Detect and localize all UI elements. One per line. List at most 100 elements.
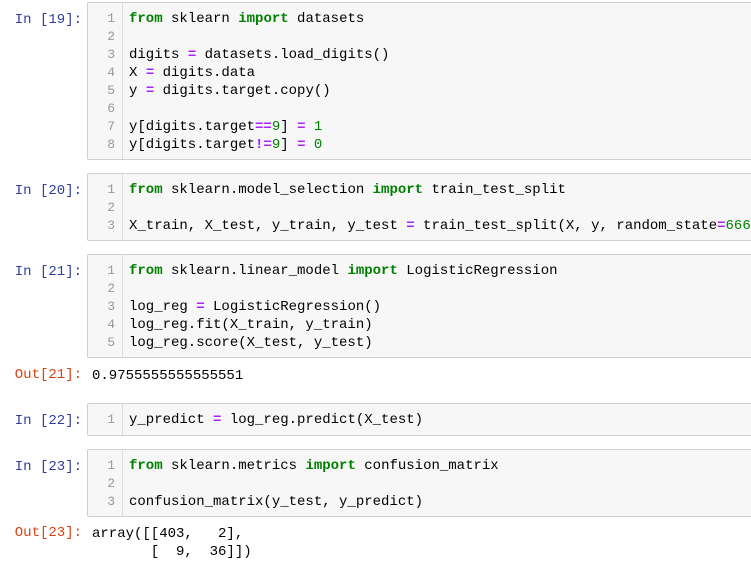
code-token: != <box>255 137 272 153</box>
code-editor[interactable]: 1 y_predict = log_reg.predict(X_test) <box>88 411 751 429</box>
code-text: X = digits.data <box>129 64 255 82</box>
code-token: X_train, X_test, y_train, y_test <box>129 218 407 234</box>
code-token: digits.data <box>154 65 256 81</box>
code-token: 0 <box>313 137 323 153</box>
code-token: y_predict <box>129 412 214 428</box>
code-line[interactable]: 1 from sklearn import datasets <box>88 10 751 28</box>
code-token: import <box>238 11 289 27</box>
code-token: import <box>305 458 356 474</box>
code-token: sklearn.linear_model <box>162 263 348 279</box>
code-token: 9 <box>271 137 281 153</box>
code-token: datasets <box>288 11 365 27</box>
code-line[interactable]: 5 log_reg.score(X_test, y_test) <box>88 334 751 352</box>
code-line[interactable]: 2 <box>88 28 751 46</box>
code-token: sklearn <box>162 11 239 27</box>
code-token: X <box>129 65 146 81</box>
code-line[interactable]: 2 <box>88 475 751 493</box>
line-number: 7 <box>107 119 115 134</box>
code-line[interactable]: 5y = digits.target.copy() <box>88 82 751 100</box>
code-line[interactable]: 8 y[digits.target!=9] = 0 <box>88 136 751 154</box>
code-token: == <box>255 119 272 135</box>
cell-output: array([[403, 2], [ 9, 36]]) <box>92 526 252 560</box>
code-text: y_predict = log_reg.predict(X_test) <box>129 411 423 429</box>
code-text: from sklearn.model_selection import trai… <box>129 181 566 199</box>
code-token: from <box>129 458 163 474</box>
code-cell[interactable]: 1 from sklearn.model_selection import tra… <box>87 173 751 241</box>
line-number: 5 <box>107 335 115 350</box>
code-line[interactable]: 1 from sklearn.linear_model import Logist… <box>88 262 751 280</box>
code-token: log_reg.fit(X_train, y_train) <box>129 317 373 333</box>
code-token: train_test_split(X, y, random_state <box>414 218 718 234</box>
line-number: 3 <box>107 494 115 509</box>
code-token: sklearn.model_selection <box>162 182 373 198</box>
code-token: import <box>347 263 398 279</box>
code-text: y = digits.target.copy() <box>129 82 331 100</box>
code-token: log_reg <box>129 299 197 315</box>
code-token: sklearn.metrics <box>162 458 306 474</box>
code-token: = <box>196 299 205 315</box>
code-line[interactable]: 4X = digits.data <box>88 64 751 82</box>
line-number: 1 <box>107 182 115 197</box>
code-token: log_reg.predict(X_test) <box>221 412 424 428</box>
code-text: log_reg.fit(X_train, y_train) <box>129 316 373 334</box>
code-line[interactable]: 1 from sklearn.model_selection import tra… <box>88 181 751 199</box>
code-token: train_test_split <box>423 182 566 198</box>
code-text: from sklearn import datasets <box>129 10 364 28</box>
code-token: digits <box>129 47 188 63</box>
input-prompt: In [19]: <box>14 12 82 28</box>
code-token: = <box>717 218 726 234</box>
code-token: = <box>145 83 155 99</box>
code-text: y[digits.target==9] = 1 <box>129 118 322 136</box>
code-token: import <box>372 182 424 198</box>
code-editor[interactable]: 1 from sklearn import datasets 2 3 digits = … <box>88 10 751 154</box>
input-prompt: In [23]: <box>14 459 82 475</box>
code-token: ] <box>280 119 298 135</box>
code-line[interactable]: 7 y[digits.target==9] = 1 <box>88 118 751 136</box>
code-token: 9 <box>271 119 281 135</box>
line-number: 2 <box>107 29 115 44</box>
code-cell[interactable]: 1 y_predict = log_reg.predict(X_test) <box>87 403 751 436</box>
code-line[interactable]: 3 X_train, X_test, y_train, y_test = trai… <box>88 217 751 235</box>
code-token: from <box>129 11 163 27</box>
code-cell[interactable]: 1 from sklearn.linear_model import Logist… <box>87 254 751 358</box>
line-number: 3 <box>107 218 115 233</box>
code-editor[interactable]: 1 from sklearn.metrics import confusion_m… <box>88 457 751 511</box>
input-prompt: In [20]: <box>14 183 82 199</box>
code-line[interactable]: 3 confusion_matrix(y_test, y_predict) <box>88 493 751 511</box>
code-line[interactable]: 3 digits = datasets.load_digits() <box>88 46 751 64</box>
code-line[interactable]: 1 y_predict = log_reg.predict(X_test) <box>88 411 751 429</box>
input-prompt: In [22]: <box>14 413 82 429</box>
code-line[interactable]: 4 log_reg.fit(X_train, y_train) <box>88 316 751 334</box>
code-line[interactable]: 3 log_reg = LogisticRegression() <box>88 298 751 316</box>
line-number: 6 <box>107 101 115 116</box>
code-token: y <box>129 83 146 99</box>
code-editor[interactable]: 1 from sklearn.linear_model import Logist… <box>88 262 751 352</box>
cell-output: 0.9755555555555551 <box>92 368 244 384</box>
code-editor[interactable]: 1 from sklearn.model_selection import tra… <box>88 181 751 235</box>
line-number: 1 <box>107 263 115 278</box>
code-text: from sklearn.metrics import confusion_ma… <box>129 457 499 475</box>
code-line[interactable]: 2 <box>88 280 751 298</box>
line-number: 4 <box>107 317 115 332</box>
code-token: log_reg.score(X_test, y_test) <box>129 335 373 351</box>
code-token: from <box>129 263 163 279</box>
code-token: 1 <box>313 119 323 135</box>
code-token: confusion_matrix <box>355 458 499 474</box>
code-token: ] <box>280 137 298 153</box>
code-line[interactable]: 6 <box>88 100 751 118</box>
code-token: y[digits.target <box>129 137 256 153</box>
line-number: 3 <box>107 299 115 314</box>
code-token: from <box>129 182 163 198</box>
code-token: = <box>406 218 415 234</box>
code-line[interactable]: 2 <box>88 199 751 217</box>
code-token: LogisticRegression <box>397 263 558 279</box>
code-text: y[digits.target!=9] = 0 <box>129 136 322 154</box>
output-prompt: Out[23]: <box>14 525 82 541</box>
code-token: digits.target.copy() <box>154 83 331 99</box>
code-cell[interactable]: 1 from sklearn import datasets 2 3 digits = … <box>87 2 751 160</box>
code-token: LogisticRegression() <box>204 299 382 315</box>
code-line[interactable]: 1 from sklearn.metrics import confusion_m… <box>88 457 751 475</box>
code-cell[interactable]: 1 from sklearn.metrics import confusion_m… <box>87 449 751 517</box>
code-text: from sklearn.linear_model import Logisti… <box>129 262 558 280</box>
